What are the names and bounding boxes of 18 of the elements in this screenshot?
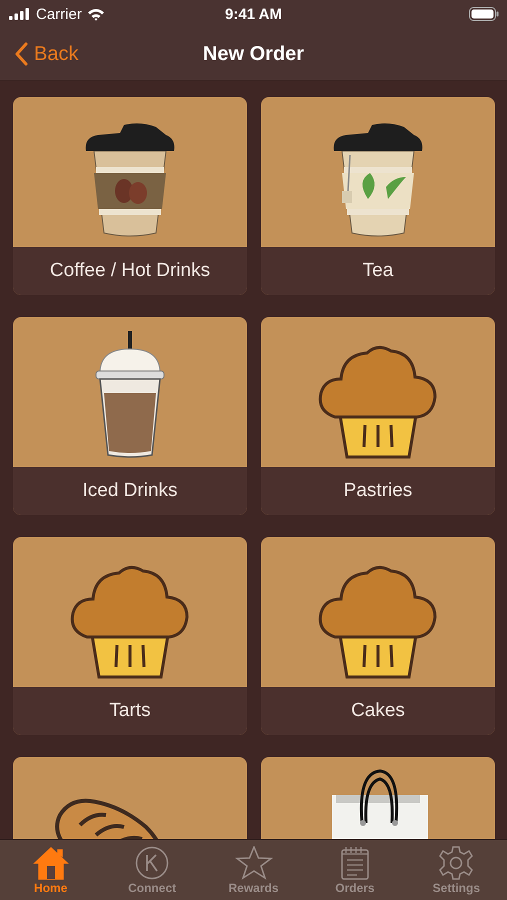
back-button[interactable]: Back — [0, 42, 78, 66]
category-card[interactable]: Coffee / Hot Drinks — [13, 97, 247, 295]
category-card[interactable]: Iced Drinks — [13, 317, 247, 515]
tab-bar-item[interactable]: Home — [0, 840, 102, 900]
category-card[interactable]: Tea — [261, 97, 495, 295]
battery-icon — [469, 7, 499, 21]
star-icon — [234, 846, 273, 880]
chevron-left-icon — [14, 42, 28, 66]
category-card[interactable]: Tarts — [13, 537, 247, 735]
home-icon — [32, 846, 70, 880]
signal-icon — [9, 8, 31, 20]
category-card[interactable]: Pastries — [261, 317, 495, 515]
nav-title: New Order — [202, 42, 304, 66]
category-card[interactable]: Cakes — [261, 537, 495, 735]
carrier-name: Carrier — [36, 6, 82, 22]
status-time: 9:41 AM — [225, 6, 282, 22]
settings-icon — [437, 846, 476, 880]
wifi-icon — [86, 8, 105, 20]
